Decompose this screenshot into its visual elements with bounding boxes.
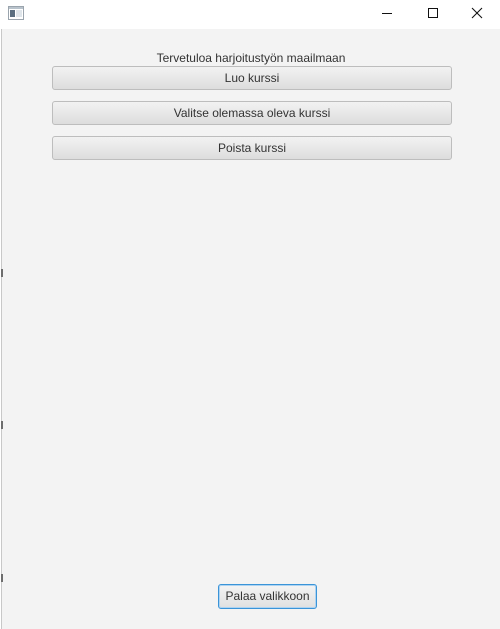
back-to-menu-button[interactable]: Palaa valikkoon	[218, 584, 317, 609]
close-icon	[471, 6, 483, 24]
welcome-label: Tervetuloa harjoitustyön maailmaan	[156, 51, 346, 65]
window-edge-mark	[1, 574, 3, 582]
close-button[interactable]	[454, 0, 500, 29]
minimize-icon	[381, 6, 393, 24]
main-panel: Tervetuloa harjoitustyön maailmaan Luo k…	[1, 29, 500, 629]
minimize-button[interactable]	[364, 0, 410, 29]
delete-course-button[interactable]: Poista kurssi	[52, 136, 452, 160]
create-course-button[interactable]: Luo kurssi	[52, 66, 452, 90]
maximize-icon	[427, 6, 439, 24]
app-window: Tervetuloa harjoitustyön maailmaan Luo k…	[0, 0, 500, 629]
app-window-icon	[8, 6, 24, 20]
maximize-button[interactable]	[410, 0, 456, 29]
select-existing-course-button[interactable]: Valitse olemassa oleva kurssi	[52, 101, 452, 125]
title-bar[interactable]	[0, 0, 500, 29]
window-edge-mark	[1, 421, 3, 429]
window-edge-mark	[1, 269, 3, 277]
